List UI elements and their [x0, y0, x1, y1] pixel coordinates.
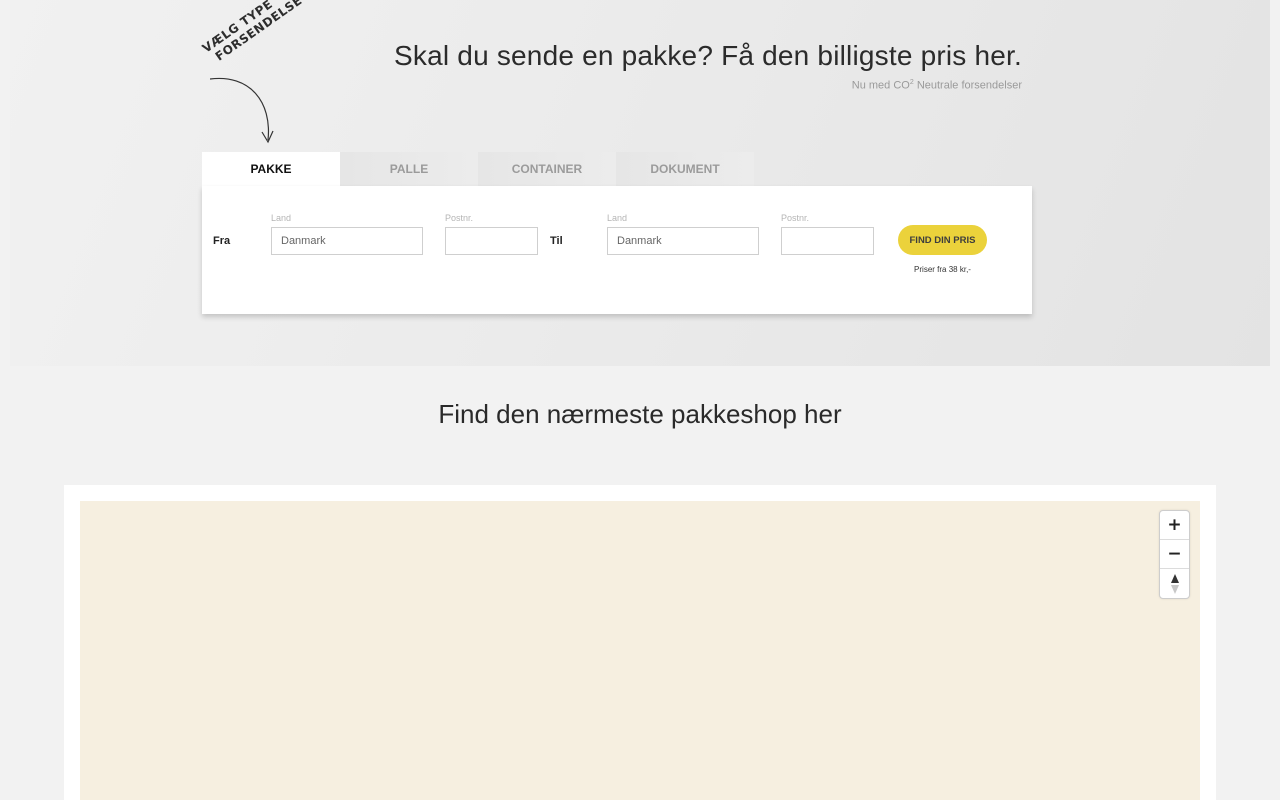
map-canvas[interactable]: + −: [80, 501, 1200, 800]
price-note: Priser fra 38 kr,-: [914, 265, 971, 274]
subtitle-suffix: Neutrale forsendelser: [913, 79, 1022, 92]
zoom-in-button[interactable]: +: [1160, 511, 1189, 540]
hero-title: Skal du sende en pakke? Få den billigste…: [394, 40, 1022, 71]
to-country-label: Land: [607, 213, 628, 223]
reset-north-button[interactable]: [1160, 569, 1189, 598]
subtitle-prefix: Nu med CO: [851, 79, 910, 92]
to-country-input[interactable]: [607, 227, 759, 255]
tab-pakke[interactable]: PAKKE: [202, 152, 340, 186]
map-panel: + −: [64, 485, 1216, 800]
annotation-handwritten: VÆLG TYPE FORSENDELSE: [172, 0, 305, 73]
page: VÆLG TYPE FORSENDELSE Skal du sende en p…: [0, 0, 1280, 800]
from-country-label: Land: [271, 213, 292, 223]
to-postal-label: Postnr.: [781, 213, 810, 223]
from-country-input[interactable]: [271, 227, 423, 255]
tab-container[interactable]: CONTAINER: [478, 152, 616, 186]
from-postal-label: Postnr.: [445, 213, 474, 223]
from-label: Fra: [213, 235, 231, 247]
from-postal-input[interactable]: [445, 227, 538, 255]
curved-arrow-icon: [210, 77, 274, 144]
compass-icon: [1170, 573, 1179, 594]
tab-palle[interactable]: PALLE: [340, 152, 478, 186]
find-price-button[interactable]: FIND DIN PRIS: [898, 225, 987, 255]
zoom-out-button[interactable]: −: [1160, 540, 1189, 569]
hero-subtitle: Nu med CO2 Neutrale forsendelser: [852, 79, 1022, 92]
to-label: Til: [550, 235, 563, 247]
price-form: Fra Land Postnr. Til Land Postnr. FIND D…: [202, 186, 1032, 314]
to-postal-input[interactable]: [781, 227, 874, 255]
pakkeshop-title: Find den nærmeste pakkeshop her: [438, 399, 842, 429]
shipment-type-tabs: PAKKE PALLE CONTAINER DOKUMENT: [202, 152, 754, 186]
map-controls: + −: [1159, 510, 1190, 599]
tab-dokument[interactable]: DOKUMENT: [616, 152, 754, 186]
